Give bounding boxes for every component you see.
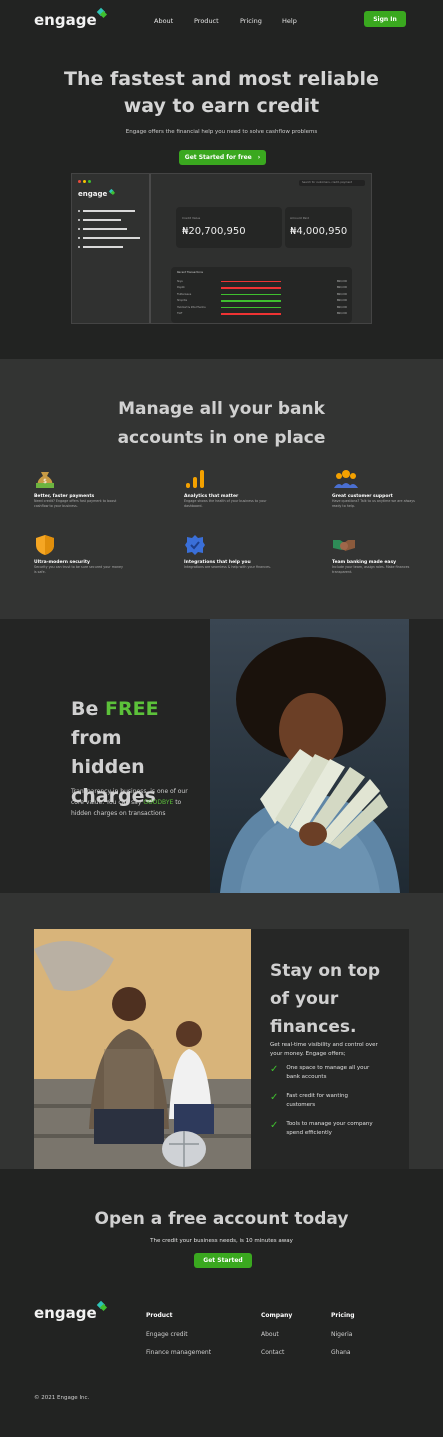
free-description: Transparency in business, is one of our … xyxy=(71,788,188,817)
logo-mark-icon xyxy=(98,9,106,17)
nav-about[interactable]: About xyxy=(154,17,173,25)
checkmark-icon: ✓ xyxy=(270,1064,279,1075)
nav-product[interactable]: Product xyxy=(194,17,219,25)
finances-title-line1: Stay on top xyxy=(270,961,380,981)
chevron-right-icon: › xyxy=(257,154,261,161)
list-item: ✓ Fast credit for wanting customers xyxy=(270,1092,348,1108)
transactions-title: Recent Transactions xyxy=(177,271,203,274)
hero-title-line2: way to earn credit xyxy=(123,95,320,117)
brand-name: engage xyxy=(34,11,97,29)
footer-link[interactable]: Contact xyxy=(261,1349,292,1356)
logo-mark-icon xyxy=(98,1302,106,1310)
footer-pricing-column: Pricing Nigeria Ghana xyxy=(331,1312,355,1356)
checkmark-icon: ✓ xyxy=(270,1092,279,1103)
finances-title-line3: finances. xyxy=(270,1017,357,1037)
dashboard-search-input[interactable]: Search for customers, credit, payment xyxy=(299,180,365,186)
get-started-free-button[interactable]: Get Started for free › xyxy=(179,150,266,165)
transactions-table: Recent Transactions Skye ₦90,000 Paystk ₦9… xyxy=(171,267,352,323)
footer-heading: Pricing xyxy=(331,1312,355,1319)
manage-section: Manage all your bank accounts in one pla… xyxy=(0,359,443,619)
hero-subtitle: Engage offers the financial help you nee… xyxy=(125,129,318,135)
sign-in-button[interactable]: Sign In xyxy=(364,11,406,27)
footer-link[interactable]: Ghana xyxy=(331,1349,355,1356)
get-started-button[interactable]: Get Started xyxy=(194,1253,252,1268)
finances-section: Stay on top of your finances. Get real-t… xyxy=(0,893,443,1169)
feature-desc: Need credit? Engage offers fast payment … xyxy=(34,499,117,508)
handshake-icon xyxy=(333,540,355,551)
free-highlight: FREE xyxy=(104,698,159,720)
list-item: ✓ One space to manage all your bank acco… xyxy=(270,1064,370,1080)
finances-title-line2: of your xyxy=(270,989,339,1009)
footer-company-column: Company About Contact xyxy=(261,1312,292,1356)
amount-paid-label: Amount Paid xyxy=(290,216,309,220)
analytics-chart-icon xyxy=(186,470,204,488)
list-item: ✓ Tools to manage your company spend eff… xyxy=(270,1120,373,1136)
manage-title: Manage all your bank accounts in one pla… xyxy=(0,395,443,453)
customer-support-icon xyxy=(334,470,358,488)
free-title-line2: hidden xyxy=(71,756,145,778)
svg-text:$: $ xyxy=(43,478,47,485)
dashboard-brand: engage xyxy=(78,190,108,198)
credit-value-card: Credit Value ₦20,700,950 xyxy=(176,207,282,248)
free-title-pre: Be xyxy=(71,698,105,720)
table-row: TGIF ₦90,000 xyxy=(177,312,347,316)
open-account-subtitle: The credit your business needs, is 10 mi… xyxy=(150,1238,293,1244)
free-title-post: from xyxy=(71,727,122,749)
copyright: © 2021 Engage Inc. xyxy=(34,1395,90,1401)
feature-desc: Integrations are seamless & help with yo… xyxy=(184,565,271,569)
nav-pricing[interactable]: Pricing xyxy=(240,17,262,25)
finances-panel: Stay on top of your finances. Get real-t… xyxy=(251,929,409,1169)
footer-link[interactable]: Finance management xyxy=(146,1349,211,1356)
finances-title: Stay on top of your finances. xyxy=(270,957,380,1041)
feature-desc: Have questions? Talk to us anytime we ar… xyxy=(332,499,415,508)
credit-value-label: Credit Value xyxy=(182,216,201,220)
cta-label: Get Started for free xyxy=(184,154,252,161)
dashboard-preview: engage Search for customers, credit, pay… xyxy=(71,173,372,324)
logo-mark-icon xyxy=(110,190,115,195)
footer-heading: Company xyxy=(261,1312,293,1319)
finances-list: ✓ One space to manage all your bank acco… xyxy=(270,1064,400,1138)
transaction-rows: Skye ₦90,000 Paystk ₦90,000 Flutterwave ₦90… xyxy=(177,278,347,317)
woman-holding-money-photo xyxy=(210,619,409,893)
money-bag-icon: $ xyxy=(36,472,54,488)
window-dots xyxy=(78,180,91,183)
footer-heading: Product xyxy=(146,1312,173,1319)
feature-support: Great customer support Have questions? T… xyxy=(332,468,422,508)
footer-link[interactable]: Engage credit xyxy=(146,1331,211,1338)
amount-paid-value: ₦4,000,950 xyxy=(290,226,348,237)
amount-paid-card: Amount Paid ₦4,000,950 xyxy=(285,207,352,248)
manage-title-line2: accounts in one place xyxy=(117,428,326,448)
footer-product-column: Product Engage credit Finance management xyxy=(146,1312,211,1356)
feature-desc: Security you can trust to be sure secure… xyxy=(34,565,124,574)
manage-title-line1: Manage all your bank xyxy=(118,399,325,419)
footer-link[interactable]: Nigeria xyxy=(331,1331,355,1338)
hero-title-line1: The fastest and most reliable xyxy=(64,68,379,90)
dashboard-logo: engage xyxy=(78,190,116,198)
feature-analytics: Analytics that matter Engage shows the h… xyxy=(184,468,274,508)
feature-payments: $ Better, faster payments Need credit? E… xyxy=(34,468,124,508)
finances-intro: Get real-time visibility and control ove… xyxy=(270,1042,378,1057)
goodbye-highlight: GOODBYE xyxy=(143,799,174,806)
sidebar-menu xyxy=(78,210,140,248)
footer-brand-name: engage xyxy=(34,1304,97,1322)
hero-title: The fastest and most reliable way to earn… xyxy=(0,66,443,120)
feature-team: Team banking made easy Include your team… xyxy=(332,534,422,574)
credit-value: ₦20,700,950 xyxy=(182,226,246,237)
father-son-photo xyxy=(34,929,251,1169)
open-account-title: Open a free account today xyxy=(94,1209,349,1229)
feature-integrations: Integrations that help you Integrations … xyxy=(184,534,274,570)
shield-icon xyxy=(36,535,54,555)
feature-desc: Engage shows the health of your business… xyxy=(184,499,267,508)
free-section: Be FREE from hidden charges Transparency… xyxy=(0,619,443,893)
checkmark-icon: ✓ xyxy=(270,1120,279,1131)
footer-logo[interactable]: engage xyxy=(34,1304,106,1322)
feature-desc: Include your team, assign roles. Make fi… xyxy=(332,565,410,574)
nav-help[interactable]: Help xyxy=(282,17,297,25)
brand-logo[interactable]: engage xyxy=(34,11,106,29)
dashboard-sidebar: engage xyxy=(72,174,151,323)
footer-link[interactable]: About xyxy=(261,1331,292,1338)
integration-badge-icon xyxy=(185,535,205,555)
feature-security: Ultra-modern security Security you can t… xyxy=(34,534,124,574)
